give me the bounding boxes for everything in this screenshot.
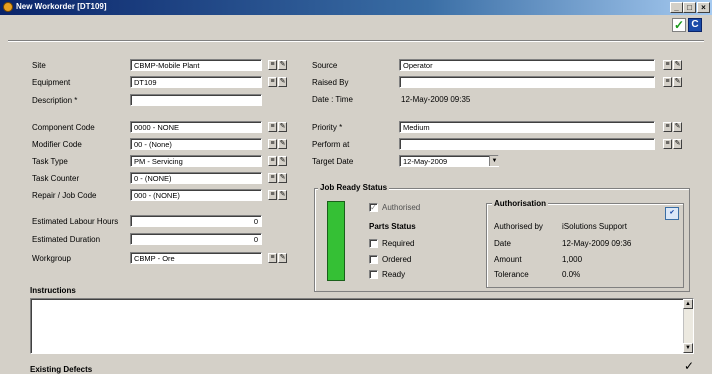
task-type-field[interactable]: PM - Servicing [130, 155, 262, 167]
ready-label: Ready [382, 270, 406, 279]
workgroup-edit-icon[interactable]: ✎ [278, 253, 287, 263]
site-field[interactable]: CBMP-Mobile Plant [130, 59, 262, 71]
repair-job-code-label: Repair / Job Code [32, 191, 97, 200]
component-code-field[interactable]: 0000 - NONE [130, 121, 262, 133]
source-lookup-icon[interactable]: ≡ [663, 60, 672, 70]
raised-by-lookup-icon[interactable]: ≡ [663, 77, 672, 87]
equipment-label: Equipment [32, 78, 71, 87]
instructions-textarea[interactable] [30, 298, 694, 354]
labour-hours-field[interactable]: 0 [130, 215, 262, 227]
component-lookup-icon[interactable]: ≡ [268, 122, 277, 132]
task-type-lookup-icon[interactable]: ≡ [268, 156, 277, 166]
auth-date-label: Date [494, 239, 511, 248]
amount-label: Amount [494, 255, 522, 264]
required-label: Required [382, 239, 415, 248]
scroll-down-button[interactable]: ▼ [683, 343, 693, 353]
cancel-button[interactable]: C [688, 18, 702, 32]
source-edit-icon[interactable]: ✎ [673, 60, 682, 70]
workgroup-lookup-icon[interactable]: ≡ [268, 253, 277, 263]
raised-by-label: Raised By [312, 78, 349, 87]
authorised-by-value: iSolutions Support [562, 222, 627, 231]
target-date-label: Target Date [312, 157, 354, 166]
task-type-edit-icon[interactable]: ✎ [278, 156, 287, 166]
workgroup-label: Workgroup [32, 254, 71, 263]
authorise-button-icon[interactable]: ✔ [665, 207, 679, 220]
save-ok-button[interactable]: ✓ [672, 18, 686, 32]
task-counter-field[interactable]: 0 - (NONE) [130, 172, 262, 184]
amount-value: 1,000 [562, 255, 583, 264]
scroll-up-button[interactable]: ▲ [683, 299, 693, 309]
minimize-button[interactable]: _ [670, 2, 683, 13]
duration-label: Estimated Duration [32, 235, 101, 244]
job-ready-indicator [327, 201, 345, 281]
perform-at-field[interactable] [399, 138, 655, 150]
raised-by-edit-icon[interactable]: ✎ [673, 77, 682, 87]
tolerance-value: 0.0% [562, 270, 581, 279]
priority-field[interactable]: Medium [399, 121, 655, 133]
source-label: Source [312, 61, 338, 70]
site-edit-icon[interactable]: ✎ [278, 60, 287, 70]
parts-status-title: Parts Status [369, 222, 416, 231]
modifier-edit-icon[interactable]: ✎ [278, 139, 287, 149]
existing-defects-title: Existing Defects [30, 365, 93, 374]
target-date-dropdown-icon[interactable]: ▼ [489, 156, 499, 166]
authorised-by-label: Authorised by [494, 222, 543, 231]
description-label: Description * [32, 96, 78, 105]
source-field[interactable]: Operator [399, 59, 655, 71]
target-date-field[interactable]: 12-May-2009 [399, 155, 499, 167]
task-type-label: Task Type [32, 157, 68, 166]
checkmark-icon[interactable]: ✓ [684, 360, 694, 372]
job-ready-status-title: Job Ready Status [318, 183, 390, 192]
ordered-label: Ordered [382, 255, 412, 264]
date-time-label: Date : Time [312, 95, 353, 104]
perform-at-label: Perform at [312, 140, 350, 149]
repair-job-code-field[interactable]: 000 - (NONE) [130, 189, 262, 201]
ordered-checkbox[interactable] [369, 255, 378, 264]
component-edit-icon[interactable]: ✎ [278, 122, 287, 132]
task-counter-edit-icon[interactable]: ✎ [278, 173, 287, 183]
perform-at-edit-icon[interactable]: ✎ [673, 139, 682, 149]
priority-edit-icon[interactable]: ✎ [673, 122, 682, 132]
task-counter-lookup-icon[interactable]: ≡ [268, 173, 277, 183]
authorised-label: Authorised [382, 203, 421, 212]
perform-at-lookup-icon[interactable]: ≡ [663, 139, 672, 149]
component-code-label: Component Code [32, 123, 95, 132]
modifier-code-field[interactable]: 00 - (None) [130, 138, 262, 150]
raised-by-field[interactable] [399, 76, 655, 88]
toolbar [0, 15, 712, 35]
instructions-title: Instructions [30, 286, 76, 295]
priority-label: Priority * [312, 123, 343, 132]
equipment-edit-icon[interactable]: ✎ [278, 77, 287, 87]
modifier-code-label: Modifier Code [32, 140, 82, 149]
site-lookup-icon[interactable]: ≡ [268, 60, 277, 70]
date-time-value: 12-May-2009 09:35 [401, 95, 471, 104]
duration-field[interactable]: 0 [130, 233, 262, 245]
divider [8, 40, 704, 42]
labour-hours-label: Estimated Labour Hours [32, 217, 119, 226]
site-label: Site [32, 61, 46, 70]
close-button[interactable]: × [697, 2, 710, 13]
task-counter-label: Task Counter [32, 174, 80, 183]
app-icon [3, 2, 13, 12]
repair-lookup-icon[interactable]: ≡ [268, 190, 277, 200]
window-title: New Workorder [DT109] [16, 2, 107, 11]
authorised-checkbox[interactable]: ✓ [369, 203, 378, 212]
workgroup-field[interactable]: CBMP - Ore [130, 252, 262, 264]
equipment-field[interactable]: DT109 [130, 76, 262, 88]
auth-date-value: 12-May-2009 09:36 [562, 239, 632, 248]
authorisation-title: Authorisation [492, 199, 548, 208]
equipment-lookup-icon[interactable]: ≡ [268, 77, 277, 87]
priority-lookup-icon[interactable]: ≡ [663, 122, 672, 132]
maximize-button[interactable]: □ [683, 2, 696, 13]
repair-edit-icon[interactable]: ✎ [278, 190, 287, 200]
tolerance-label: Tolerance [494, 270, 529, 279]
required-checkbox[interactable] [369, 239, 378, 248]
ready-checkbox[interactable] [369, 270, 378, 279]
modifier-lookup-icon[interactable]: ≡ [268, 139, 277, 149]
description-field[interactable] [130, 94, 262, 106]
